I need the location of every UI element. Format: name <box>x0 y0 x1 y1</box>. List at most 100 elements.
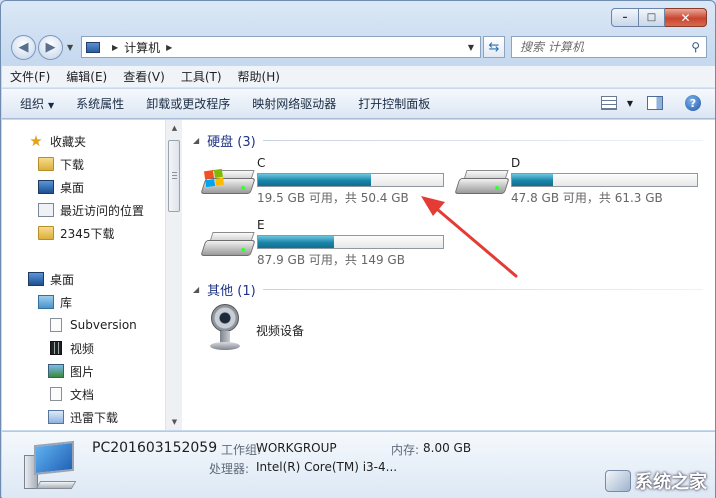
sidebar-item-label: Subversion <box>70 318 137 332</box>
sidebar-item-downloads[interactable]: 下载 <box>38 154 84 174</box>
sidebar-favorites-label: 收藏夹 <box>50 134 87 149</box>
hard-drive-icon <box>454 170 510 196</box>
minimize-button[interactable]: – <box>611 8 639 27</box>
computer-name: PC201603152059 <box>92 440 218 456</box>
folder-icon <box>38 157 54 171</box>
memory-label: 内存: <box>391 443 420 457</box>
map-network-drive-button[interactable]: 映射网络驱动器 <box>252 95 336 112</box>
back-button[interactable]: ◀ <box>11 35 36 60</box>
search-icon[interactable]: ⚲ <box>691 40 700 54</box>
arrow-left-icon: ◀ <box>18 40 29 55</box>
sidebar-item-documents[interactable]: 文档 <box>48 384 94 404</box>
desktop-icon <box>38 180 54 194</box>
sidebar-favorites[interactable]: ★ 收藏夹 <box>28 131 86 151</box>
group-divider <box>263 289 703 290</box>
sidebar-item-label: 视频 <box>70 341 95 356</box>
drive-usage-bar <box>257 235 444 249</box>
sidebar-item-pictures[interactable]: 图片 <box>48 361 94 381</box>
scroll-up-icon[interactable]: ▲ <box>166 120 183 136</box>
sidebar-item-label: 迅雷下载 <box>70 410 119 425</box>
address-dropdown-icon[interactable]: ▼ <box>468 43 474 52</box>
menu-edit[interactable]: 编辑(E) <box>66 68 107 85</box>
open-control-panel-button[interactable]: 打开控制面板 <box>358 95 430 112</box>
toolbar-right: ▼ ? <box>600 95 701 111</box>
sidebar-item-desktop[interactable]: 桌面 <box>38 177 84 197</box>
breadcrumb-chevron-icon[interactable]: ▶ <box>112 43 118 52</box>
webcam-icon[interactable] <box>205 304 245 352</box>
drive-label: D <box>511 156 521 170</box>
forward-button[interactable]: ▶ <box>38 35 63 60</box>
view-options-dropdown-icon[interactable]: ▼ <box>627 99 633 108</box>
details-pane: PC201603152059 工作组: WORKGROUP 内存: 8.00 G… <box>2 431 715 498</box>
menu-tools[interactable]: 工具(T) <box>181 68 222 85</box>
arrow-right-icon: ▶ <box>45 40 56 55</box>
computer-icon <box>86 41 100 53</box>
drive-e[interactable]: E 87.9 GB 可用，共 149 GB <box>200 218 448 270</box>
change-view-icon[interactable] <box>600 96 617 110</box>
picture-icon <box>48 364 64 378</box>
windows-drive-icon <box>200 168 256 196</box>
drive-usage-bar <box>257 173 444 187</box>
menu-help[interactable]: 帮助(H) <box>238 68 280 85</box>
drive-usage-bar <box>511 173 698 187</box>
drive-d[interactable]: D 47.8 GB 可用，共 61.3 GB <box>454 156 702 208</box>
content-area: ★ 收藏夹 下载 桌面 最近访问的位置 2345下载 桌面 库 Subversi… <box>2 120 715 430</box>
site-logo-icon <box>605 470 631 492</box>
chevron-down-icon: ▼ <box>48 101 55 110</box>
sidebar-item-label: 图片 <box>70 364 95 379</box>
refresh-button[interactable]: ⇆ <box>483 36 505 58</box>
watermark: 系统之家 <box>605 468 707 494</box>
drive-usage-fill <box>258 236 334 248</box>
sidebar-item-videos[interactable]: 视频 <box>48 338 94 358</box>
folder-icon <box>38 226 54 240</box>
sidebar-item-xunlei-downloads[interactable]: 迅雷下载 <box>48 407 118 427</box>
group-header-other[interactable]: ◢ 其他 (1) <box>193 280 256 299</box>
search-box: ⚲ <box>511 36 707 58</box>
menu-file[interactable]: 文件(F) <box>10 68 50 85</box>
processor-label: 处理器: <box>209 462 250 476</box>
film-icon <box>50 341 62 355</box>
collapse-triangle-icon[interactable]: ◢ <box>193 285 199 294</box>
collapse-triangle-icon[interactable]: ◢ <box>193 136 199 145</box>
group-header-hard-disks[interactable]: ◢ 硬盘 (3) <box>193 131 256 150</box>
sidebar-item-subversion[interactable]: Subversion <box>48 315 137 335</box>
preview-pane-icon[interactable] <box>647 96 663 110</box>
sidebar-scrollbar[interactable]: ▲ ▼ <box>165 120 182 430</box>
drive-usage-fill <box>512 174 553 186</box>
organize-button[interactable]: 组织 ▼ <box>20 95 54 112</box>
refresh-icon: ⇆ <box>488 39 500 55</box>
document-icon <box>50 318 62 332</box>
hard-drive-icon <box>200 232 256 258</box>
memory-value: 8.00 GB <box>423 441 472 455</box>
scroll-down-icon[interactable]: ▼ <box>166 414 183 430</box>
drive-c[interactable]: C 19.5 GB 可用，共 50.4 GB <box>200 156 448 208</box>
drive-label: E <box>257 218 265 232</box>
recent-pages-dropdown[interactable]: ▼ <box>67 43 73 52</box>
explorer-window: – □ ✕ ◀ ▶ ▼ ▶ 计算机 ▶ ▼ ⇆ ⚲ 文件(F) 编辑(E) 查看… <box>0 0 716 498</box>
address-bar[interactable]: ▶ 计算机 ▶ ▼ <box>81 36 481 58</box>
workgroup-value: WORKGROUP <box>256 441 337 455</box>
star-icon: ★ <box>29 132 43 150</box>
uninstall-program-button[interactable]: 卸载或更改程序 <box>146 95 230 112</box>
menu-bar: 文件(F) 编辑(E) 查看(V) 工具(T) 帮助(H) <box>2 66 715 88</box>
download-folder-icon <box>48 410 64 424</box>
system-properties-button[interactable]: 系统属性 <box>76 95 124 112</box>
search-input[interactable] <box>520 40 680 54</box>
sidebar-item-recent-places[interactable]: 最近访问的位置 <box>38 200 144 220</box>
recent-places-icon <box>38 203 54 217</box>
sidebar-item-label: 桌面 <box>50 272 75 287</box>
maximize-button[interactable]: □ <box>639 8 665 27</box>
menu-view[interactable]: 查看(V) <box>123 68 165 85</box>
video-device-label[interactable]: 视频设备 <box>256 322 304 339</box>
sidebar-desktop-root[interactable]: 桌面 <box>28 269 74 289</box>
sidebar-item-2345-downloads[interactable]: 2345下载 <box>38 223 115 243</box>
breadcrumb-computer[interactable]: 计算机 <box>124 39 160 56</box>
drive-label: C <box>257 156 266 170</box>
close-button[interactable]: ✕ <box>665 8 707 27</box>
library-icon <box>38 295 54 309</box>
scroll-thumb[interactable] <box>168 140 180 212</box>
sidebar-libraries[interactable]: 库 <box>38 292 72 312</box>
sidebar-item-label: 库 <box>60 295 73 310</box>
breadcrumb-chevron-icon[interactable]: ▶ <box>166 43 172 52</box>
help-icon[interactable]: ? <box>685 95 701 111</box>
